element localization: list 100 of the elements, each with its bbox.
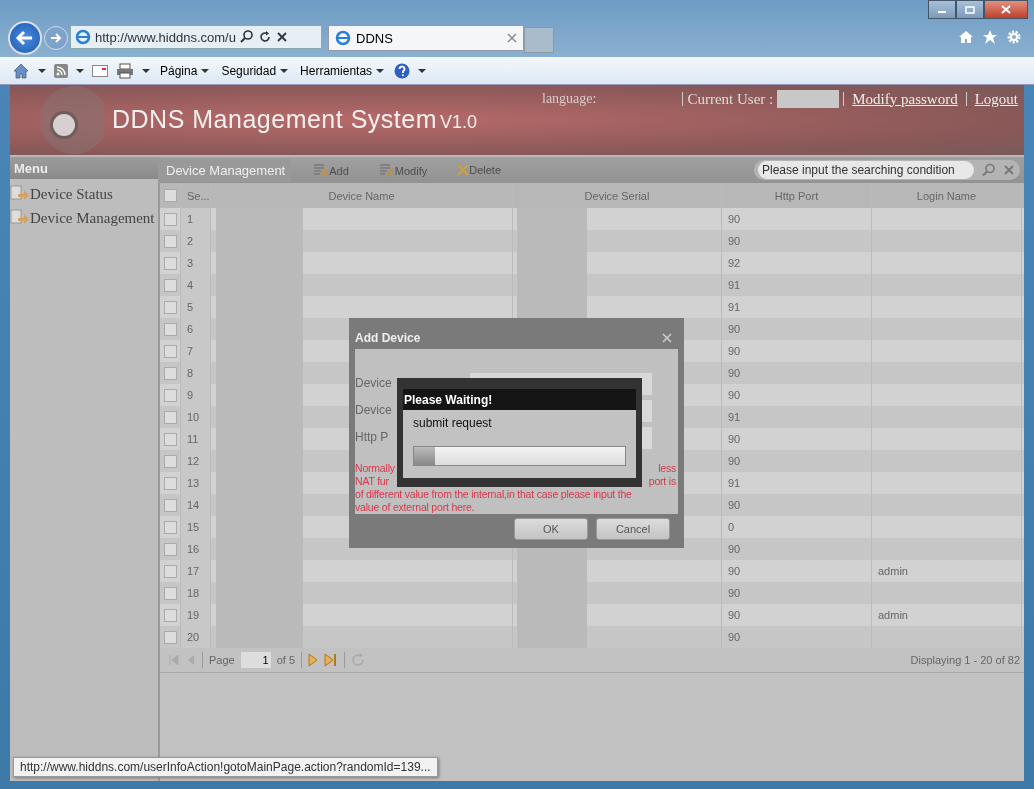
dialog-button[interactable]: OK xyxy=(514,518,588,540)
table-cell: 1 xyxy=(181,208,211,230)
feed-icon[interactable] xyxy=(54,63,68,78)
help-icon[interactable] xyxy=(394,62,411,79)
checkbox[interactable] xyxy=(164,542,177,556)
checkbox[interactable] xyxy=(164,189,177,202)
menu-button[interactable]: Seguridad xyxy=(219,63,291,78)
dropdown-icon[interactable] xyxy=(142,68,150,73)
checkbox[interactable] xyxy=(164,520,177,534)
checkbox[interactable] xyxy=(164,564,177,578)
home-icon[interactable] xyxy=(12,61,30,80)
browser-tab[interactable]: DDNS xyxy=(328,25,524,51)
checkbox[interactable] xyxy=(164,454,177,468)
close-icon[interactable] xyxy=(275,31,288,43)
mail-icon[interactable] xyxy=(92,64,108,77)
maximize-button[interactable] xyxy=(956,0,984,19)
refresh-icon[interactable] xyxy=(257,30,272,44)
field-label: Device xyxy=(355,375,392,390)
forward-button[interactable] xyxy=(44,26,68,50)
caret-icon xyxy=(201,69,210,74)
star-icon[interactable] xyxy=(982,29,998,45)
first-page-icon[interactable] xyxy=(168,654,180,666)
checkbox[interactable] xyxy=(164,432,177,446)
checkbox[interactable] xyxy=(164,498,177,512)
next-page-icon[interactable] xyxy=(308,653,319,667)
checkbox[interactable] xyxy=(164,278,177,292)
table-cell: 7 xyxy=(181,340,211,362)
close-button[interactable] xyxy=(984,0,1028,19)
caret-icon xyxy=(376,69,385,74)
checkbox[interactable] xyxy=(164,388,177,402)
table-cell: 9 xyxy=(181,384,211,406)
checkbox[interactable] xyxy=(164,476,177,490)
note-text: less xyxy=(658,462,676,475)
printer-icon[interactable] xyxy=(116,62,134,79)
checkbox[interactable] xyxy=(164,344,177,358)
last-page-icon[interactable] xyxy=(324,653,339,667)
table-cell: 5 xyxy=(181,296,211,318)
table-cell: 17 xyxy=(181,560,211,582)
field-label: Device xyxy=(355,402,392,417)
page-label: Page xyxy=(209,654,235,666)
checkbox[interactable] xyxy=(164,608,177,622)
back-button[interactable] xyxy=(8,21,42,55)
minimize-button[interactable] xyxy=(928,0,956,19)
caret-icon xyxy=(280,69,289,74)
language-label: language: xyxy=(542,91,597,107)
new-tab-button[interactable] xyxy=(524,27,554,53)
home-icon[interactable] xyxy=(958,29,974,45)
dropdown-icon[interactable] xyxy=(76,68,84,73)
table-cell: 19 xyxy=(181,604,211,626)
note-text: NAT fur xyxy=(355,475,389,488)
page-number-field[interactable]: 1 xyxy=(240,652,271,668)
note-text: Normally xyxy=(355,462,395,475)
sidebar-item[interactable]: Device Management xyxy=(10,203,158,227)
dropdown-icon[interactable] xyxy=(418,68,427,73)
checkbox[interactable] xyxy=(164,234,177,248)
maximize-icon xyxy=(965,5,975,14)
menu-button[interactable]: Página xyxy=(158,63,212,78)
table-cell: 15 xyxy=(181,516,211,538)
dropdown-icon[interactable] xyxy=(38,68,46,73)
checkbox[interactable] xyxy=(164,212,177,226)
version-label: V1.0 xyxy=(440,112,478,133)
settings-icon[interactable] xyxy=(1006,29,1022,45)
toolbar-button[interactable]: Add xyxy=(305,163,357,177)
table-cell: 3 xyxy=(181,252,211,274)
field-label: Http P xyxy=(355,429,389,444)
note-text: port is xyxy=(648,475,676,488)
table-cell: 13 xyxy=(181,472,211,494)
checkbox[interactable] xyxy=(164,366,177,380)
delete-icon xyxy=(457,164,470,176)
header-link[interactable]: Logout xyxy=(974,90,1018,108)
search-icon[interactable] xyxy=(239,30,254,44)
add-icon xyxy=(313,163,330,177)
header-link[interactable]: Modify password xyxy=(852,90,958,108)
redaction-block xyxy=(517,296,587,318)
address-bar[interactable]: http://www.hiddns.com/u xyxy=(70,25,322,49)
checkbox[interactable] xyxy=(164,410,177,424)
display-count: Displaying 1 - 20 of 82 xyxy=(910,654,1020,666)
table-cell: admin xyxy=(878,565,908,577)
sidebar-item[interactable]: Device Status xyxy=(10,179,158,203)
checkbox[interactable] xyxy=(164,322,177,336)
toolbar-button[interactable]: Delete xyxy=(449,164,509,176)
note-text: value of external port here. xyxy=(355,501,475,514)
dialog-button[interactable]: Cancel xyxy=(596,518,670,540)
checkbox[interactable] xyxy=(164,256,177,270)
checkbox[interactable] xyxy=(164,300,177,314)
checkbox[interactable] xyxy=(164,586,177,600)
progress-dialog-title: Please Waiting! xyxy=(403,389,636,410)
menu-button[interactable]: Herramientas xyxy=(298,63,387,78)
table-cell: admin xyxy=(878,609,908,621)
note-text: of different value from the internal,in that case please input the xyxy=(355,488,632,501)
table-cell: 90 xyxy=(722,626,872,648)
browser-logo-icon xyxy=(335,30,351,46)
sidebar-title: Menu xyxy=(10,157,158,179)
close-icon xyxy=(1001,5,1011,14)
arrow-icon xyxy=(49,31,63,45)
status-url-tooltip: http://www.hiddns.com/userInfoAction!gotoMainPage.action?randomId=139... xyxy=(13,757,438,777)
previous-page-icon[interactable] xyxy=(186,654,196,666)
dialog-title: Add Device xyxy=(355,330,421,345)
checkbox[interactable] xyxy=(164,630,177,644)
toolbar-button[interactable]: Modify xyxy=(370,163,436,177)
